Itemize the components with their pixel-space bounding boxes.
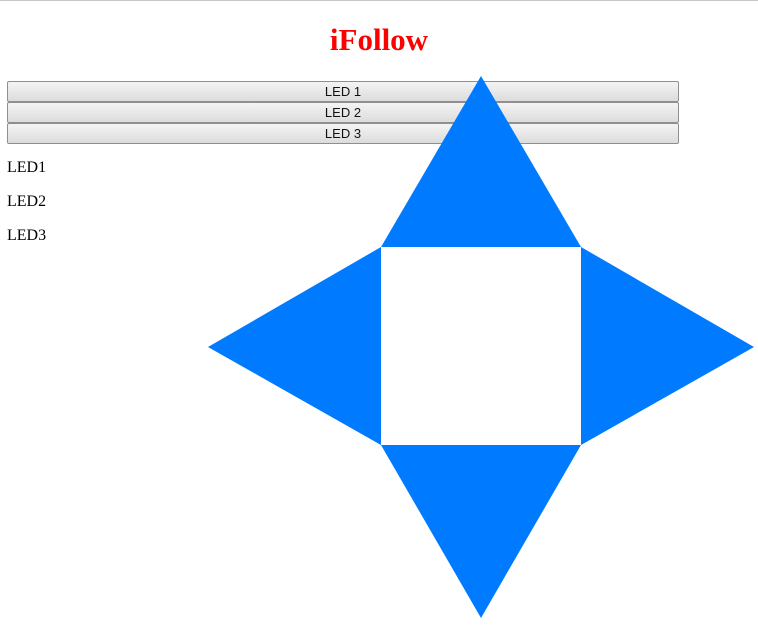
- page: iFollow LED 1 LED 2 LED 3 LED1 LED2 LED3: [0, 0, 758, 628]
- led-3-status-label: LED3: [7, 227, 47, 244]
- top-divider: [0, 0, 758, 1]
- led-1-button[interactable]: LED 1: [7, 81, 679, 102]
- down-arrow-icon[interactable]: [381, 445, 581, 618]
- page-title: iFollow: [329, 22, 429, 57]
- left-arrow-icon[interactable]: [208, 247, 381, 445]
- led-1-status-label: LED1: [7, 159, 47, 176]
- right-arrow-icon[interactable]: [581, 247, 754, 445]
- led-3-button[interactable]: LED 3: [7, 123, 679, 144]
- led-button-group: LED 1 LED 2 LED 3: [7, 81, 679, 144]
- led-2-button[interactable]: LED 2: [7, 102, 679, 123]
- led-status-list: LED1 LED2 LED3: [7, 159, 46, 261]
- led-2-status-label: LED2: [7, 193, 47, 210]
